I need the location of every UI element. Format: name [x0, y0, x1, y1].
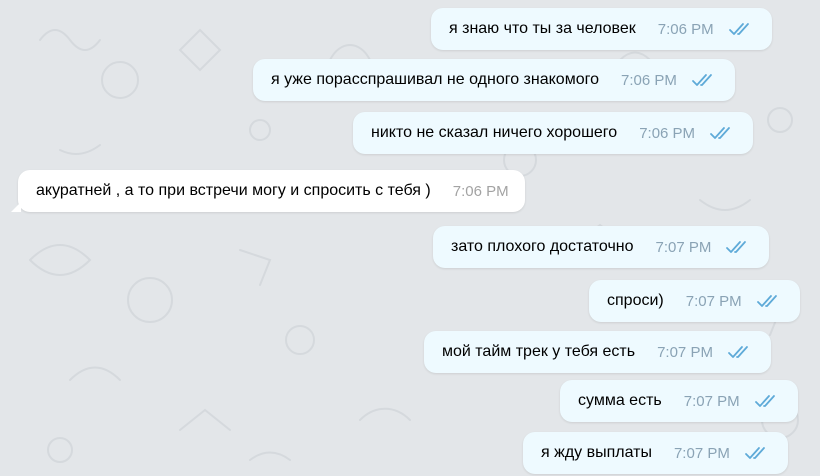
double-check-icon	[725, 240, 751, 254]
message-text: акуратней , а то при встречи могу и спро…	[36, 182, 431, 199]
message-meta: 7:06 PM	[639, 125, 735, 142]
message-meta: 7:06 PM	[453, 183, 509, 200]
message-text: я знаю что ты за человек	[449, 20, 636, 37]
message-meta: 7:07 PM	[656, 239, 752, 256]
double-check-icon	[728, 22, 754, 36]
double-check-icon	[744, 446, 770, 460]
message-meta: 7:07 PM	[674, 445, 770, 462]
message-text: мой тайм трек у тебя есть	[442, 343, 636, 360]
double-check-icon	[691, 73, 717, 87]
message-time: 7:06 PM	[639, 124, 696, 142]
message-time: 7:07 PM	[683, 392, 740, 410]
double-check-icon	[754, 394, 780, 408]
message-text: сумма есть	[578, 392, 662, 409]
message-bubble-outgoing[interactable]: я знаю что ты за человек 7:06 PM	[431, 8, 772, 50]
message-time: 7:07 PM	[655, 238, 712, 256]
message-time: 7:06 PM	[657, 20, 714, 38]
message-time: 7:06 PM	[620, 71, 677, 89]
message-time: 7:07 PM	[657, 343, 713, 361]
message-bubble-outgoing[interactable]: сумма есть 7:07 PM	[560, 380, 798, 422]
message-meta: 7:07 PM	[686, 293, 782, 310]
double-check-icon	[709, 126, 735, 140]
double-check-icon	[727, 345, 753, 359]
message-bubble-outgoing[interactable]: я уже порасспрашивал не одного знакомого…	[253, 59, 735, 101]
double-check-icon	[756, 294, 782, 308]
message-bubble-outgoing[interactable]: спроси) 7:07 PM	[589, 280, 800, 322]
message-bubble-incoming[interactable]: акуратней , а то при встречи могу и спро…	[11, 170, 525, 212]
message-time: 7:06 PM	[452, 182, 509, 200]
message-text: я уже порасспрашивал не одного знакомого	[271, 71, 599, 88]
message-bubble-outgoing[interactable]: зато плохого достаточно 7:07 PM	[433, 226, 770, 268]
message-bubble-outgoing[interactable]: никто не сказал ничего хорошего 7:06 PM	[353, 112, 754, 154]
message-meta: 7:06 PM	[621, 72, 717, 89]
message-meta: 7:07 PM	[684, 393, 780, 410]
message-text: спроси)	[607, 292, 664, 309]
message-time: 7:07 PM	[673, 444, 730, 462]
message-bubble-outgoing[interactable]: мой тайм трек у тебя есть 7:07 PM	[424, 331, 771, 373]
message-text: никто не сказал ничего хорошего	[371, 124, 618, 141]
message-bubble-outgoing[interactable]: я жду выплаты 7:07 PM	[523, 432, 788, 474]
message-meta: 7:07 PM	[657, 344, 753, 361]
message-text: зато плохого достаточно	[451, 238, 634, 255]
message-time: 7:07 PM	[685, 292, 742, 310]
message-text: я жду выплаты	[541, 444, 652, 461]
message-meta: 7:06 PM	[658, 21, 754, 38]
